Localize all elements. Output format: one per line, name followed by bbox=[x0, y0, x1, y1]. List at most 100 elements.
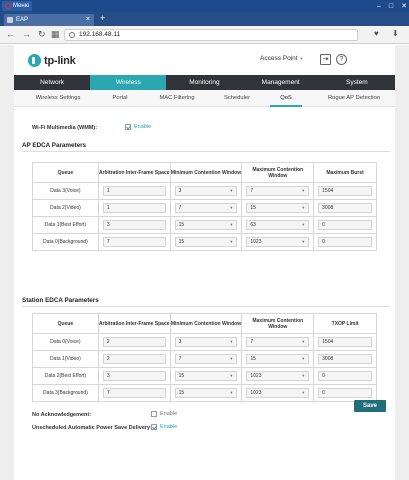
subnav-qos[interactable]: QoS bbox=[270, 90, 302, 107]
cwmin-select[interactable]: 15 ▼ bbox=[174, 388, 238, 398]
station-edca-title: Station EDCA Parameters bbox=[22, 297, 99, 304]
chevron-down-icon: ▼ bbox=[301, 222, 306, 227]
speed-dial-icon[interactable]: ▦ bbox=[51, 29, 60, 40]
chevron-down-icon: ▼ bbox=[301, 373, 306, 378]
nav-management[interactable]: Management bbox=[243, 75, 319, 90]
apsd-enable-checkbox[interactable]: Enable bbox=[151, 424, 177, 430]
cwmax-select[interactable]: 1023 ▼ bbox=[246, 237, 310, 247]
table-header-row: Queue Arbitration Inter-Frame Space Minimu… bbox=[32, 162, 377, 183]
reload-icon[interactable]: ↻ bbox=[38, 29, 46, 40]
aifs-input[interactable]: 2 bbox=[102, 354, 166, 364]
cwmin-select-value: 15 bbox=[178, 390, 185, 396]
burst-input[interactable]: 0 bbox=[318, 371, 372, 381]
download-icon[interactable]: ⬇ bbox=[392, 29, 399, 38]
aifs-input[interactable]: 7 bbox=[102, 237, 166, 247]
forward-icon[interactable]: → bbox=[22, 29, 31, 39]
page-background: tp-link Access Point ▼ ⇥ ? Network Wirel… bbox=[0, 45, 409, 480]
nav-wireless[interactable]: Wireless bbox=[90, 75, 167, 90]
chevron-down-icon: ▼ bbox=[229, 222, 234, 227]
no-ack-enable-checkbox[interactable]: Enable bbox=[151, 411, 177, 417]
checkbox-unchecked-icon[interactable] bbox=[151, 411, 157, 417]
queue-name: Data 1(Best Effort) bbox=[32, 216, 99, 234]
aifs-cell: 3 bbox=[97, 216, 171, 234]
cwmin-select[interactable]: 3 ▼ bbox=[174, 186, 238, 196]
nav-monitoring[interactable]: Monitoring bbox=[166, 75, 242, 90]
cwmax-select[interactable]: 15 ▼ bbox=[246, 354, 310, 364]
aifs-cell: 1 bbox=[97, 199, 171, 217]
chevron-down-icon: ▼ bbox=[229, 373, 234, 378]
subnav-rogue-ap-detection[interactable]: Rogue AP Detection bbox=[320, 90, 388, 107]
subnav-portal[interactable]: Portal bbox=[106, 90, 134, 107]
opera-logo-icon bbox=[5, 3, 11, 9]
cwmax-select-value: 15 bbox=[250, 205, 256, 211]
cwmax-select[interactable]: 7 ▼ bbox=[246, 337, 310, 347]
checkbox-checked-icon[interactable] bbox=[151, 424, 157, 430]
chevron-down-icon: ▼ bbox=[229, 356, 234, 361]
aifs-cell: 2 bbox=[97, 350, 171, 368]
back-icon[interactable]: ← bbox=[6, 29, 15, 39]
checkbox-checked-icon[interactable] bbox=[125, 124, 131, 130]
tab-close-icon[interactable]: × bbox=[86, 14, 90, 26]
nav-system[interactable]: System bbox=[319, 75, 395, 90]
cwmin-cell: 15 ▼ bbox=[169, 233, 243, 251]
burst-input[interactable]: 3008 bbox=[318, 203, 372, 213]
cwmax-select[interactable]: 1023 ▼ bbox=[246, 371, 310, 381]
aifs-input[interactable]: 3 bbox=[102, 371, 166, 381]
save-button[interactable]: Save bbox=[354, 400, 386, 412]
wmm-enable-checkbox[interactable]: Enable bbox=[125, 124, 151, 130]
table-header-row: Queue Arbitration Inter-Frame Space Minimu… bbox=[32, 313, 377, 334]
bookmark-heart-icon[interactable]: ♥ bbox=[374, 29, 379, 38]
table-row: Data 0(Voice) 2 3 ▼ 7 ▼ 1504 bbox=[32, 333, 377, 351]
cwmin-select[interactable]: 3 ▼ bbox=[174, 337, 238, 347]
cwmax-cell: 1023 ▼ bbox=[241, 367, 315, 385]
aifs-input[interactable]: 1 bbox=[102, 203, 166, 213]
help-icon[interactable]: ? bbox=[336, 54, 347, 65]
url-input[interactable]: 192.168.48.11 bbox=[64, 29, 358, 41]
cwmax-cell: 7 ▼ bbox=[241, 333, 315, 351]
new-tab-icon[interactable]: + bbox=[100, 13, 105, 23]
chevron-down-icon: ▼ bbox=[301, 339, 306, 344]
burst-input[interactable]: 1504 bbox=[318, 186, 372, 196]
section-divider bbox=[22, 306, 390, 307]
aifs-input[interactable]: 1 bbox=[102, 186, 166, 196]
column-header: Maximum Contention Window bbox=[241, 162, 315, 183]
cwmin-select[interactable]: 15 ▼ bbox=[174, 220, 238, 230]
browser-tab[interactable]: EAP × bbox=[4, 14, 94, 26]
nav-network[interactable]: Network bbox=[14, 75, 90, 90]
mode-select[interactable]: Access Point ▼ bbox=[260, 55, 303, 62]
station-edca-table: Queue Arbitration Inter-Frame Space Minimu… bbox=[32, 313, 377, 402]
cwmax-select[interactable]: 15 ▼ bbox=[246, 203, 310, 213]
burst-input[interactable]: 3008 bbox=[318, 354, 372, 364]
burst-input[interactable]: 0 bbox=[318, 220, 372, 230]
cwmin-select[interactable]: 7 ▼ bbox=[174, 203, 238, 213]
burst-input[interactable]: 0 bbox=[318, 237, 372, 247]
close-window-icon[interactable]: ✕ bbox=[401, 2, 407, 10]
column-header: Arbitration Inter-Frame Space bbox=[97, 162, 171, 183]
cwmin-select[interactable]: 7 ▼ bbox=[174, 354, 238, 364]
browser-menu-button[interactable]: Меню bbox=[2, 1, 33, 11]
subnav-mac-filtering[interactable]: MAC Filtering bbox=[152, 90, 202, 107]
cwmin-select-value: 15 bbox=[178, 373, 185, 379]
cwmin-cell: 15 ▼ bbox=[169, 384, 243, 402]
aifs-input[interactable]: 2 bbox=[102, 337, 166, 347]
cwmax-select[interactable]: 63 ▼ bbox=[246, 220, 310, 230]
burst-input[interactable]: 0 bbox=[318, 388, 372, 398]
cwmin-select[interactable]: 15 ▼ bbox=[174, 371, 238, 381]
burst-input[interactable]: 1504 bbox=[318, 337, 372, 347]
cwmin-select-value: 15 bbox=[178, 239, 185, 245]
cwmax-cell: 1023 ▼ bbox=[241, 384, 315, 402]
column-header: Queue bbox=[32, 162, 99, 183]
subnav-scheduler[interactable]: Scheduler bbox=[218, 90, 256, 107]
cwmax-select[interactable]: 1023 ▼ bbox=[246, 388, 310, 398]
table-row: Data 0(Background) 7 15 ▼ 1023 ▼ 0 bbox=[32, 233, 377, 251]
maximize-icon[interactable]: □ bbox=[389, 3, 393, 10]
cwmin-select[interactable]: 15 ▼ bbox=[174, 237, 238, 247]
subnav-wireless-settings[interactable]: Wireless Settings bbox=[28, 90, 88, 107]
aifs-input[interactable]: 3 bbox=[102, 220, 166, 230]
minimize-icon[interactable]: – bbox=[377, 3, 381, 10]
cwmax-select[interactable]: 7 ▼ bbox=[246, 186, 310, 196]
site-info-icon[interactable] bbox=[69, 32, 75, 38]
aifs-input[interactable]: 7 bbox=[102, 388, 166, 398]
aifs-cell: 3 bbox=[97, 367, 171, 385]
logout-icon[interactable]: ⇥ bbox=[320, 54, 331, 65]
